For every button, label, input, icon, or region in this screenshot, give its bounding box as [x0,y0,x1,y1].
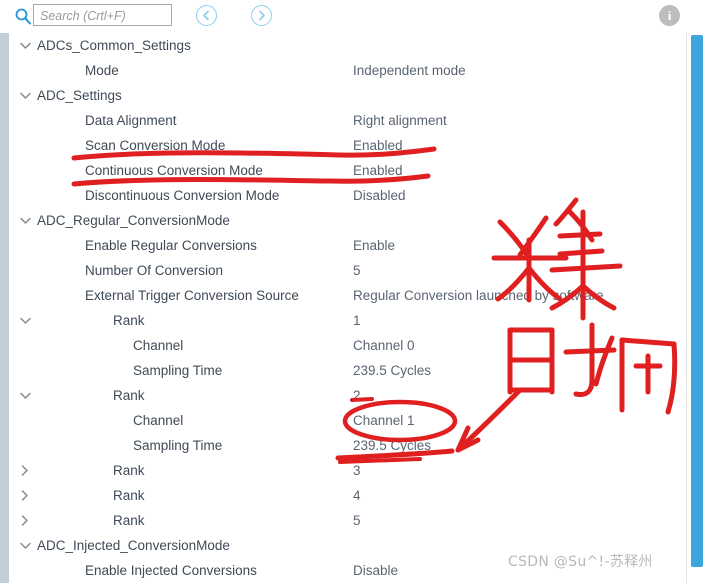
tree-row-value[interactable]: Enabled [353,158,403,183]
tree-row-label: Discontinuous Conversion Mode [85,188,280,203]
tree-row-label: Scan Conversion Mode [85,138,226,153]
tree-row-value[interactable]: 4 [353,483,361,508]
tree-row-label: Data Alignment [85,113,177,128]
tree-row-value[interactable]: Enable [353,233,395,258]
tree-row[interactable]: External Trigger Conversion Source Regula… [13,283,680,308]
tree-row[interactable]: Rank 4 [13,483,680,508]
chevron-down-icon[interactable] [17,83,33,108]
tree-row[interactable]: ADCs_Common_Settings [13,33,680,58]
tree-row[interactable]: Rank 5 [13,508,680,533]
search-icon [14,7,32,25]
info-icon[interactable]: i [659,5,680,26]
tree-row-label: Rank [113,488,145,503]
info-glyph: i [667,7,672,23]
tree-row-label: Sampling Time [133,438,223,453]
chevron-down-icon[interactable] [17,308,33,333]
tree-row[interactable]: Rank 2 [13,383,680,408]
tree-row-label: Rank [113,463,145,478]
tree-row[interactable]: Scan Conversion Mode Enabled [13,133,680,158]
tree-row[interactable]: Channel Channel 0 [13,333,680,358]
tree-row-value[interactable]: Channel 1 [353,408,415,433]
tree-row-label: Continuous Conversion Mode [85,163,263,178]
tree-row[interactable]: Rank 3 [13,458,680,483]
tree-row-value[interactable]: Disabled [353,183,406,208]
chevron-down-icon[interactable] [17,533,33,558]
search-box[interactable] [33,4,172,27]
navigate-forward-button[interactable] [251,5,272,26]
tree-row[interactable]: Continuous Conversion Mode Enabled [13,158,680,183]
tree-row-label: Number Of Conversion [85,263,224,278]
chevron-down-icon[interactable] [17,208,33,233]
vertical-scrollbar-thumb[interactable] [691,35,703,567]
tree-row-value[interactable]: 2 [353,383,361,408]
tree-row-label: Rank [113,513,145,528]
chevron-right-icon[interactable] [17,458,33,483]
tree-row[interactable]: Discontinuous Conversion Mode Disabled [13,183,680,208]
tree-row-label: Rank [113,388,145,403]
tree-row[interactable]: Sampling Time 239.5 Cycles [13,433,680,458]
tree-row-value[interactable]: 5 [353,258,361,283]
tree-row-value[interactable]: Regular Conversion launched by software [353,283,604,308]
chevron-down-icon[interactable] [17,33,33,58]
chevron-right-icon[interactable] [17,483,33,508]
tree-row[interactable]: Enable Regular Conversions Enable [13,233,680,258]
tree-row-value[interactable]: 1 [353,308,361,333]
tree-row-label: Mode [85,63,119,78]
tree-row-label: Enable Regular Conversions [85,238,257,253]
tree-row[interactable]: Channel Channel 1 [13,408,680,433]
watermark: CSDN @Su^!-苏释州 [508,554,653,570]
chevron-down-icon[interactable] [17,383,33,408]
tree-row[interactable]: Rank 1 [13,308,680,333]
tree-row-value[interactable]: Right alignment [353,108,447,133]
tree-row-value[interactable]: 5 [353,508,361,533]
tree-row-label: ADC_Settings [37,88,122,103]
tree-row[interactable]: ADC_Regular_ConversionMode [13,208,680,233]
tree-row-value[interactable]: Enabled [353,133,403,158]
tree-row-label: ADCs_Common_Settings [37,38,191,53]
navigate-back-button[interactable] [196,5,217,26]
toolbar: i [0,0,707,33]
tree-row-label: Channel [133,413,184,428]
tree-row-label: Sampling Time [133,363,223,378]
tree-row-value[interactable]: 239.5 Cycles [353,358,431,383]
settings-tree[interactable]: ADCs_Common_Settings Mode Independent mode… [13,33,680,583]
tree-row-value[interactable]: Independent mode [353,58,466,83]
chevron-right-icon[interactable] [17,508,33,533]
tree-row-label: External Trigger Conversion Source [85,288,299,303]
tree-row-label: Enable Injected Conversions [85,563,257,578]
tree-row-label: ADC_Regular_ConversionMode [37,213,230,228]
tree-row[interactable]: Number Of Conversion 5 [13,258,680,283]
tree-row-label: Rank [113,313,145,328]
tree-row-label: Channel [133,338,184,353]
chevron-right-circle-icon [257,10,266,21]
tree-row-value[interactable]: Disable [353,558,398,583]
tree-row-label: ADC_Injected_ConversionMode [37,538,230,553]
search-input[interactable] [38,5,171,27]
tree-row[interactable]: Sampling Time 239.5 Cycles [13,358,680,383]
left-edge-border [0,0,9,583]
chevron-left-circle-icon [202,10,211,21]
tree-row-value[interactable]: 3 [353,458,361,483]
tree-row[interactable]: Data Alignment Right alignment [13,108,680,133]
tree-row[interactable]: ADC_Settings [13,83,680,108]
tree-row-value[interactable]: 239.5 Cycles [353,433,431,458]
tree-row-value[interactable]: Channel 0 [353,333,415,358]
tree-row[interactable]: Mode Independent mode [13,58,680,83]
adc-configuration-panel: i ADCs_Common_Settings Mode Independent mo… [0,0,707,583]
